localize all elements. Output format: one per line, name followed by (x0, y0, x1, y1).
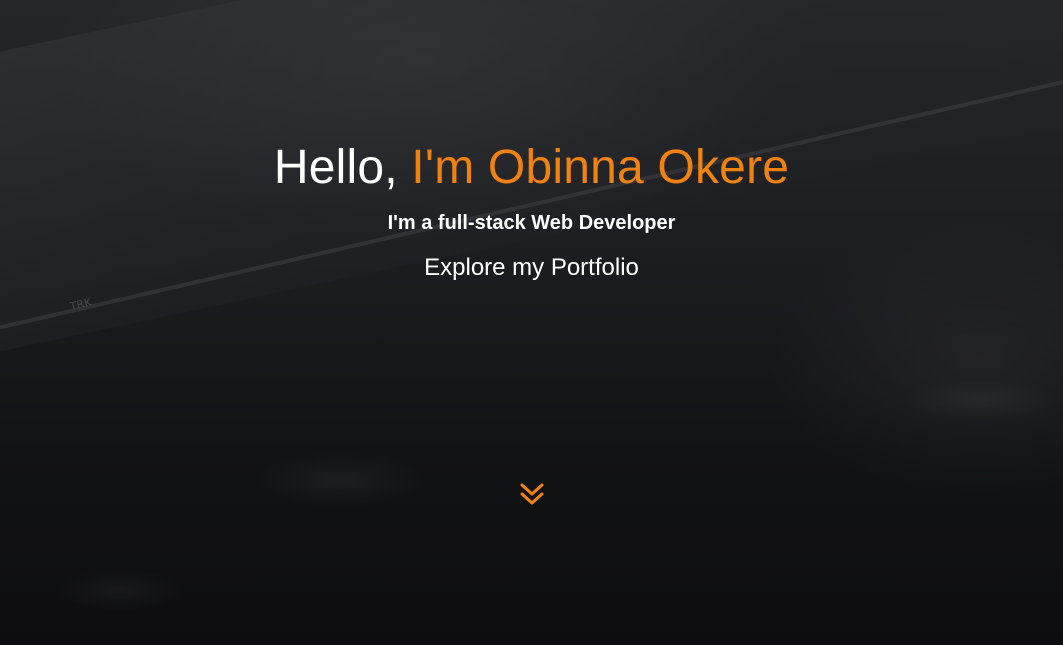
background-key-label: TRK (68, 295, 93, 314)
hero-section: TRK Hello, I'm Obinna Okere I'm a full-s… (0, 0, 1063, 645)
greeting-text: Hello, (273, 141, 412, 194)
scroll-down-button[interactable] (517, 482, 547, 508)
name-text: I'm Obinna Okere (411, 141, 790, 194)
hero-headline: Hello, I'm Obinna Okere (0, 138, 1063, 198)
explore-portfolio-link[interactable]: Explore my Portfolio (0, 253, 1063, 283)
chevron-double-down-icon (520, 483, 544, 505)
background-laptop-edge (0, 71, 1063, 334)
hero-subtitle: I'm a full-stack Web Developer (387, 212, 676, 234)
